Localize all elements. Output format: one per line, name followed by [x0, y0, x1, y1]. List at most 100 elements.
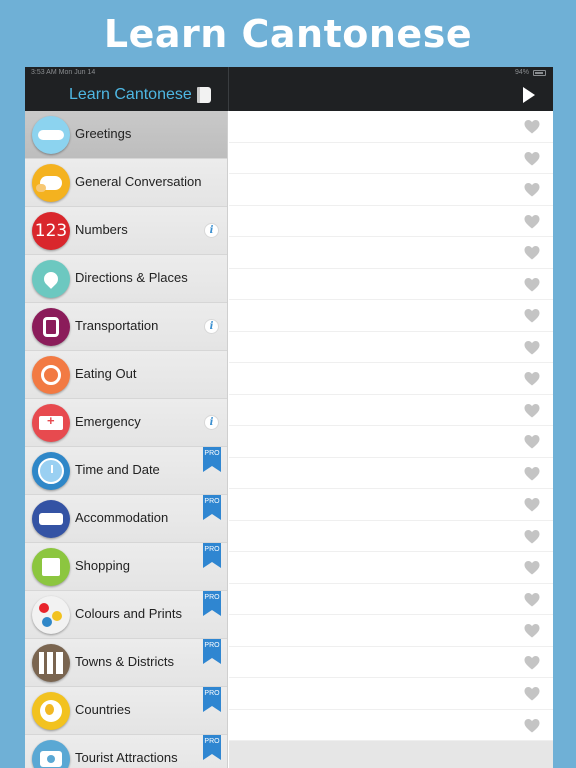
sidebar-item-greetings[interactable]: Greetings	[25, 111, 227, 159]
heart-icon[interactable]	[524, 560, 540, 576]
phrase-list[interactable]	[229, 111, 553, 741]
category-sidebar[interactable]: Greetings General Conversation 123 Numbers i…	[25, 111, 228, 768]
heart-icon[interactable]	[524, 497, 540, 513]
heart-icon[interactable]	[524, 151, 540, 167]
heart-icon[interactable]	[524, 718, 540, 734]
phrase-row[interactable]	[229, 710, 553, 741]
info-icon[interactable]: i	[204, 415, 219, 430]
heart-icon[interactable]	[524, 371, 540, 387]
sidebar-item-label: Eating Out	[75, 366, 137, 381]
pro-badge: PRO	[203, 447, 221, 472]
sidebar-item-label: General Conversation	[75, 174, 202, 189]
plate-cutlery-icon	[32, 356, 70, 394]
phrase-row[interactable]	[229, 363, 553, 395]
heart-icon[interactable]	[524, 403, 540, 419]
sidebar-item-label: Transportation	[75, 318, 159, 333]
sidebar-item-time-and-date[interactable]: Time and Date PRO	[25, 447, 227, 495]
play-icon[interactable]	[522, 87, 536, 103]
sidebar-item-label: Countries	[75, 702, 131, 717]
phrase-row[interactable]	[229, 489, 553, 521]
phrase-row[interactable]	[229, 332, 553, 363]
battery-icon	[533, 70, 546, 76]
heart-icon[interactable]	[524, 308, 540, 324]
sidebar-item-accommodation[interactable]: Accommodation PRO	[25, 495, 227, 543]
navigation-bar: Learn Cantonese	[25, 79, 553, 111]
heart-icon[interactable]	[524, 119, 540, 135]
phrase-row[interactable]	[229, 521, 553, 552]
phrase-row[interactable]	[229, 615, 553, 647]
pro-badge: PRO	[203, 543, 221, 568]
sidebar-item-tourist-attractions[interactable]: Tourist Attractions PRO	[25, 735, 227, 768]
heart-icon[interactable]	[524, 245, 540, 261]
sidebar-item-label: Towns & Districts	[75, 654, 174, 669]
phrase-row[interactable]	[229, 300, 553, 332]
nav-title: Learn Cantonese	[69, 86, 192, 103]
numbers-123-icon: 123	[32, 212, 70, 250]
ipad-screen: 3:53 AM Mon Jun 14 94% Learn Cantonese G…	[25, 67, 553, 768]
heart-icon[interactable]	[524, 214, 540, 230]
sidebar-item-label: Shopping	[75, 558, 130, 573]
phrase-row[interactable]	[229, 395, 553, 426]
phrase-list-footer	[229, 741, 553, 768]
phrase-row[interactable]	[229, 174, 553, 206]
phrase-row[interactable]	[229, 269, 553, 300]
sidebar-item-numbers[interactable]: 123 Numbers i	[25, 207, 227, 255]
sidebar-item-eating-out[interactable]: Eating Out	[25, 351, 227, 399]
colour-dots-icon	[32, 596, 70, 634]
sidebar-item-general-conversation[interactable]: General Conversation	[25, 159, 227, 207]
app-banner-title: Learn Cantonese	[103, 11, 473, 56]
pro-badge: PRO	[203, 687, 221, 712]
sidebar-item-transportation[interactable]: Transportation i	[25, 303, 227, 351]
sidebar-item-label: Colours and Prints	[75, 606, 182, 621]
phrase-row[interactable]	[229, 647, 553, 678]
battery-percentage: 94%	[514, 69, 529, 76]
phrase-row[interactable]	[229, 678, 553, 710]
sidebar-item-label: Emergency	[75, 414, 141, 429]
sidebar-item-emergency[interactable]: Emergency i	[25, 399, 227, 447]
sidebar-item-label: Accommodation	[75, 510, 169, 525]
tram-icon	[32, 308, 70, 346]
heart-icon[interactable]	[524, 277, 540, 293]
phrase-row[interactable]	[229, 237, 553, 269]
heart-icon[interactable]	[524, 466, 540, 482]
sidebar-item-towns-districts[interactable]: Towns & Districts PRO	[25, 639, 227, 687]
city-skyline-icon	[32, 644, 70, 682]
heart-icon[interactable]	[524, 686, 540, 702]
heart-icon[interactable]	[524, 340, 540, 356]
sidebar-item-label: Greetings	[75, 126, 132, 141]
status-bar: 3:53 AM Mon Jun 14 94%	[25, 67, 553, 79]
book-icon[interactable]	[197, 87, 211, 103]
heart-icon[interactable]	[524, 655, 540, 671]
sidebar-item-label: Directions & Places	[75, 270, 188, 285]
heart-icon[interactable]	[524, 592, 540, 608]
heart-icon[interactable]	[524, 529, 540, 545]
info-icon[interactable]: i	[204, 223, 219, 238]
phrase-row[interactable]	[229, 143, 553, 174]
ambulance-icon	[32, 404, 70, 442]
sidebar-item-label: Numbers	[75, 222, 128, 237]
heart-icon[interactable]	[524, 623, 540, 639]
speech-bubbles-icon	[32, 164, 70, 202]
heart-icon[interactable]	[524, 434, 540, 450]
pro-badge: PRO	[203, 495, 221, 520]
phrase-row[interactable]	[229, 552, 553, 584]
phrase-row[interactable]	[229, 111, 553, 143]
info-icon[interactable]: i	[204, 319, 219, 334]
sidebar-item-shopping[interactable]: Shopping PRO	[25, 543, 227, 591]
status-time: 3:53 AM Mon Jun 14	[31, 69, 96, 76]
sidebar-item-colours-and-prints[interactable]: Colours and Prints PRO	[25, 591, 227, 639]
pro-badge: PRO	[203, 639, 221, 664]
phrase-row[interactable]	[229, 584, 553, 615]
sidebar-item-label: Tourist Attractions	[75, 750, 178, 765]
sidebar-item-label: Time and Date	[75, 462, 160, 477]
heart-icon[interactable]	[524, 182, 540, 198]
phrase-row[interactable]	[229, 458, 553, 489]
phrase-row[interactable]	[229, 426, 553, 458]
sidebar-item-directions-places[interactable]: Directions & Places	[25, 255, 227, 303]
sidebar-item-countries[interactable]: Countries PRO	[25, 687, 227, 735]
pro-badge: PRO	[203, 735, 221, 760]
map-pin-icon	[32, 260, 70, 298]
clock-icon	[32, 452, 70, 490]
shopping-bag-icon	[32, 548, 70, 586]
phrase-row[interactable]	[229, 206, 553, 237]
